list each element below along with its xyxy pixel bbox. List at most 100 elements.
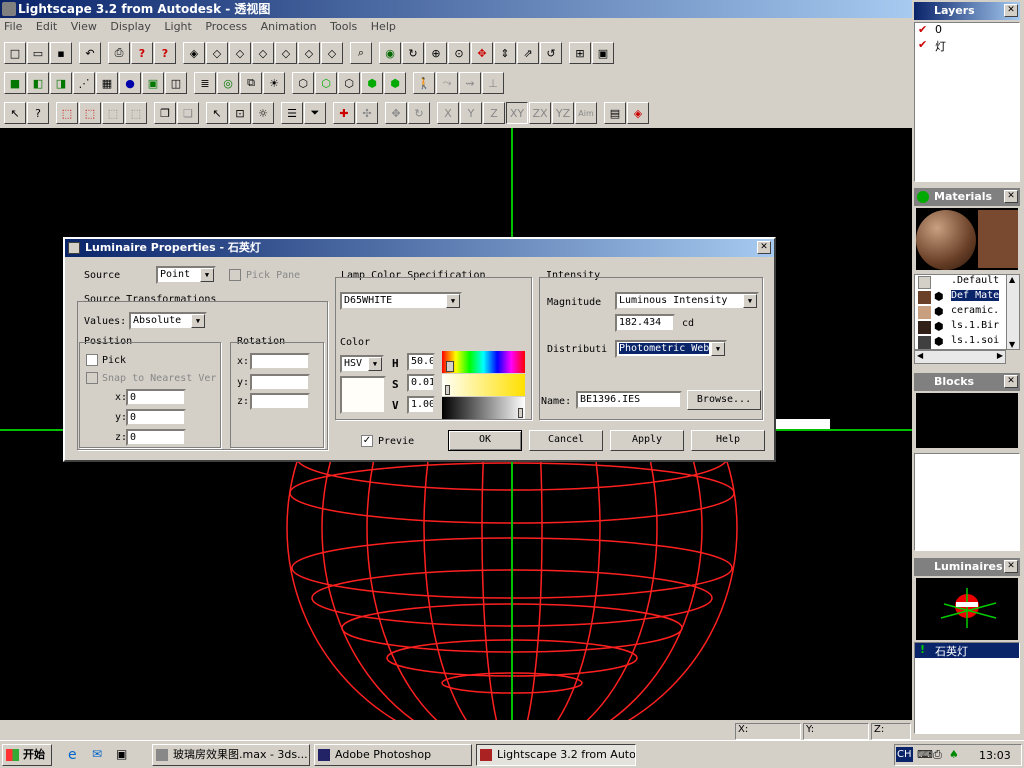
printer-icon[interactable]: ⎙ — [933, 748, 942, 762]
save-icon[interactable]: ▪ — [50, 42, 72, 64]
select-object-icon[interactable]: ↖ — [206, 102, 228, 124]
value-slider[interactable] — [442, 397, 525, 419]
menu-light[interactable]: Light — [164, 20, 191, 33]
lamp-color-dropdown[interactable]: D65WHITE ▼ — [340, 292, 462, 310]
print-icon[interactable]: ⎙ — [108, 42, 130, 64]
grid-icon[interactable]: ▦ — [96, 72, 118, 94]
apply-button[interactable]: Apply — [610, 430, 684, 451]
source-dropdown[interactable]: Point ▼ — [156, 266, 216, 284]
axis-xy-button[interactable]: XY — [506, 102, 528, 124]
zoom-icon[interactable]: ⊙ — [448, 42, 470, 64]
taskbar-item-photoshop[interactable]: Adobe Photoshop — [314, 744, 472, 766]
select-window-icon[interactable]: ⬚ — [56, 102, 78, 124]
query-icon[interactable]: ? — [27, 102, 49, 124]
properties-icon[interactable]: ▤ — [604, 102, 626, 124]
rot-z-input[interactable] — [250, 393, 310, 410]
material-item[interactable]: ⬢ ls.1.soi — [915, 335, 1019, 350]
new-file-icon[interactable]: □ — [4, 42, 26, 64]
menu-process[interactable]: Process — [205, 20, 247, 33]
material-item[interactable]: ⬢ ls.1.Bir — [915, 320, 1019, 335]
luminaire-item[interactable]: ! 石英灯 — [915, 643, 1019, 658]
zoom-in-icon[interactable]: ⊕ — [425, 42, 447, 64]
rot-x-input[interactable] — [250, 353, 310, 370]
snap-checkbox[interactable] — [86, 372, 98, 384]
list-icon[interactable]: ☰ — [281, 102, 303, 124]
undo-icon[interactable]: ↶ — [79, 42, 101, 64]
magnitude-dropdown[interactable]: Luminous Intensity ▼ — [615, 292, 759, 310]
blocks-toggle-icon[interactable]: ⧉ — [240, 72, 262, 94]
materials-close-icon[interactable]: ✕ — [1004, 190, 1018, 203]
pick-pane-checkbox[interactable] — [229, 269, 241, 281]
taskbar-item-3dsmax[interactable]: 玻璃房效果图.max - 3ds... — [152, 744, 310, 766]
menu-help[interactable]: Help — [371, 20, 396, 33]
walk-icon[interactable]: 🚶 — [413, 72, 435, 94]
fly-icon[interactable]: ⇝ — [459, 72, 481, 94]
select-crossing-icon[interactable]: ⬚ — [79, 102, 101, 124]
materials-toggle-icon[interactable]: ◎ — [217, 72, 239, 94]
color-model-dropdown[interactable]: HSV ▼ — [340, 355, 384, 373]
cube-view-4-icon[interactable]: ◇ — [275, 42, 297, 64]
preview-checkbox[interactable]: ✓ — [361, 435, 373, 447]
paste-icon[interactable]: ❏ — [177, 102, 199, 124]
hidden-cube-icon[interactable]: ⬡ — [338, 72, 360, 94]
deselect-crossing-icon[interactable]: ⬚ — [125, 102, 147, 124]
cube-view-1-icon[interactable]: ◇ — [206, 42, 228, 64]
v-input[interactable]: 1.00 — [407, 396, 435, 414]
select-luminaire-icon[interactable]: ☼ — [252, 102, 274, 124]
layer-item-1[interactable]: ✔ 灯 — [915, 38, 1019, 53]
camera-icon[interactable]: ◫ — [165, 72, 187, 94]
zoom-extents-icon[interactable]: ⌕ — [350, 42, 372, 64]
network-icon[interactable]: ♠ — [949, 748, 959, 761]
axis-y-button[interactable]: Y — [460, 102, 482, 124]
solid-cube-icon[interactable]: ⬢ — [361, 72, 383, 94]
tilt-icon[interactable]: ⇗ — [517, 42, 539, 64]
image-icon[interactable]: ▣ — [142, 72, 164, 94]
dialog-close-icon[interactable]: ✕ — [757, 241, 771, 254]
axis-x-button[interactable]: X — [437, 102, 459, 124]
cancel-button[interactable]: Cancel — [529, 430, 603, 451]
layers-close-icon[interactable]: ✕ — [1004, 4, 1018, 17]
ie-icon[interactable]: e — [68, 747, 77, 763]
luminaires-close-icon[interactable]: ✕ — [1004, 560, 1018, 573]
material-item[interactable]: .Default — [915, 275, 1019, 290]
s-input[interactable]: 0.01 — [407, 374, 435, 392]
blocks-close-icon[interactable]: ✕ — [1004, 375, 1018, 388]
material-item[interactable]: ⬢ ceramic. — [915, 305, 1019, 320]
open-folder-icon[interactable]: ▭ — [27, 42, 49, 64]
context-help-icon[interactable]: ? — [154, 42, 176, 64]
menu-edit[interactable]: Edit — [36, 20, 57, 33]
cube-view-6-icon[interactable]: ◇ — [321, 42, 343, 64]
zoom-window-icon[interactable]: ⊞ — [569, 42, 591, 64]
menu-file[interactable]: File — [4, 20, 22, 33]
axis-z-button[interactable]: Z — [483, 102, 505, 124]
pos-y-input[interactable]: 0 — [126, 409, 186, 426]
layers-toggle-icon[interactable]: ≣ — [194, 72, 216, 94]
rot-y-input[interactable] — [250, 374, 310, 391]
orbit-icon[interactable]: ↻ — [402, 42, 424, 64]
desktop-icon[interactable]: ▣ — [116, 747, 127, 761]
rotate-view-icon[interactable]: ↺ — [540, 42, 562, 64]
h-input[interactable]: 50.0 — [407, 353, 435, 371]
walk-disabled-icon[interactable]: ⤳ — [436, 72, 458, 94]
cube-view-3-icon[interactable]: ◇ — [252, 42, 274, 64]
taskbar-item-lightscape[interactable]: Lightscape 3.2 from Auto... — [476, 744, 636, 766]
help-icon[interactable]: ? — [131, 42, 153, 64]
named-views-icon[interactable]: ▣ — [592, 42, 614, 64]
wire-cube-icon[interactable]: ⬡ — [292, 72, 314, 94]
cube-view-2-icon[interactable]: ◇ — [229, 42, 251, 64]
pos-z-input[interactable]: 0 — [126, 429, 186, 446]
distribution-dropdown[interactable]: Photometric Web ▼ — [615, 340, 727, 358]
filter-icon[interactable]: ⏷ — [304, 102, 326, 124]
pan-icon[interactable]: ✥ — [471, 42, 493, 64]
material-item[interactable]: ⬢ Def Mate — [915, 290, 1019, 305]
surface-icon-1[interactable]: ■ — [4, 72, 26, 94]
pos-x-input[interactable]: 0 — [126, 389, 186, 406]
dotted-line-icon[interactable]: ⋰ — [73, 72, 95, 94]
shaded-cube-icon[interactable]: ⬢ — [384, 72, 406, 94]
sphere-render-icon[interactable]: ● — [119, 72, 141, 94]
menu-view[interactable]: View — [71, 20, 97, 33]
surface-icon-3[interactable]: ◨ — [50, 72, 72, 94]
menu-tools[interactable]: Tools — [330, 20, 357, 33]
menu-animation[interactable]: Animation — [261, 20, 317, 33]
layer-item-0[interactable]: ✔ 0 — [915, 23, 1019, 38]
